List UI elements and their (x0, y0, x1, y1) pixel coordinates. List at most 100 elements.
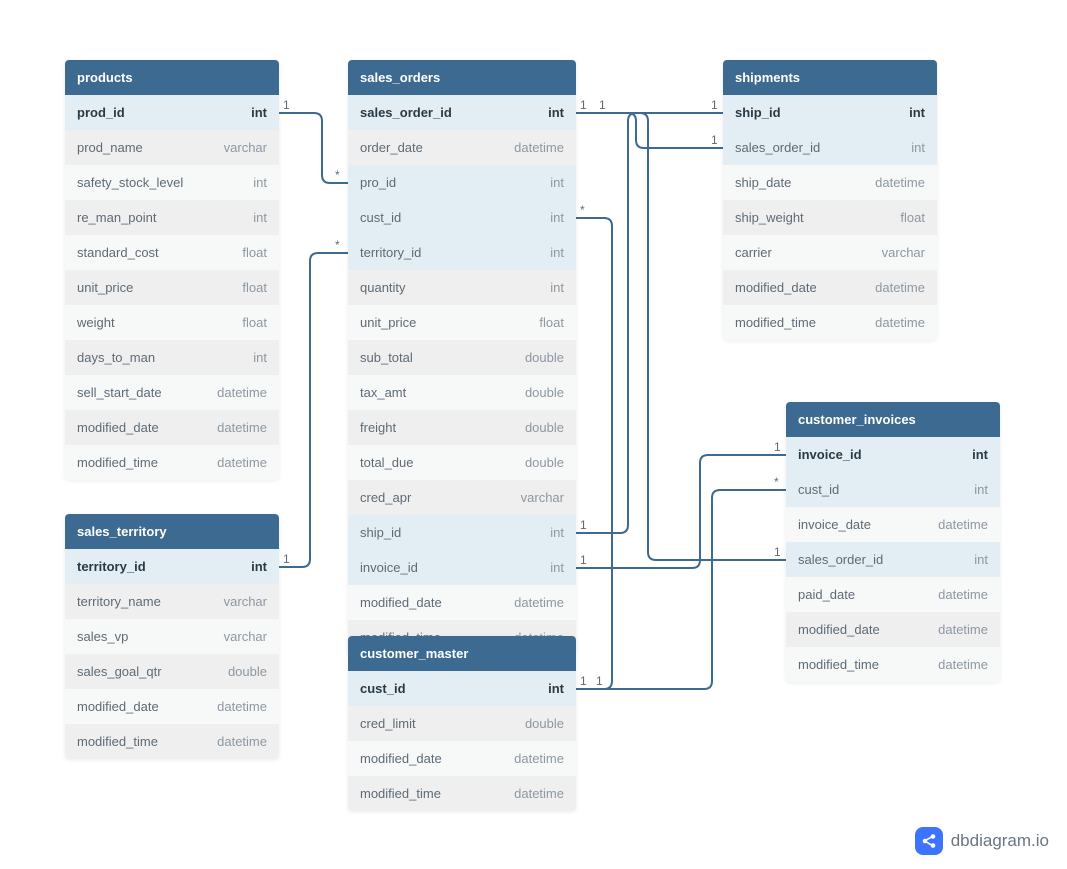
cardinality-one: 1 (774, 545, 781, 559)
table-row[interactable]: modified_timedatetime (65, 724, 279, 759)
table-row[interactable]: modified_datedatetime (348, 741, 576, 776)
table-row[interactable]: modified_datedatetime (65, 410, 279, 445)
table-row[interactable]: sell_start_datedatetime (65, 375, 279, 410)
column-name: cust_id (798, 482, 839, 497)
table-row[interactable]: ship_datedatetime (723, 165, 937, 200)
share-icon (915, 827, 943, 855)
column-name: tax_amt (360, 385, 406, 400)
table-row[interactable]: invoice_datedatetime (786, 507, 1000, 542)
table-row[interactable]: modified_datedatetime (348, 585, 576, 620)
cardinality-one: 1 (580, 98, 587, 112)
cardinality-many: * (335, 168, 340, 182)
table-row[interactable]: sales_vpvarchar (65, 619, 279, 654)
column-name: invoice_date (798, 517, 871, 532)
table-shipments[interactable]: shipments ship_idintsales_order_idintshi… (723, 60, 937, 340)
table-sales-territory[interactable]: sales_territory territory_idintterritory… (65, 514, 279, 759)
column-type: int (253, 350, 267, 365)
table-row[interactable]: territory_namevarchar (65, 584, 279, 619)
cardinality-one: 1 (599, 98, 606, 112)
table-row[interactable]: invoice_idint (786, 437, 1000, 472)
column-type: int (972, 447, 988, 462)
table-row[interactable]: re_man_pointint (65, 200, 279, 235)
column-type: double (525, 455, 564, 470)
table-row[interactable]: territory_idint (65, 549, 279, 584)
column-name: modified_date (798, 622, 880, 637)
column-type: datetime (514, 751, 564, 766)
table-row[interactable]: cust_id int (786, 472, 1000, 507)
column-name: modified_date (360, 595, 442, 610)
column-name: prod_name (77, 140, 143, 155)
table-row[interactable]: prod_namevarchar (65, 130, 279, 165)
table-row[interactable]: cred_aprvarchar (348, 480, 576, 515)
table-row[interactable]: sales_order_idint (723, 130, 937, 165)
table-row[interactable]: modified_datedatetime (723, 270, 937, 305)
table-products[interactable]: products prod_idintprod_namevarcharsafet… (65, 60, 279, 480)
table-row[interactable]: modified_date datetime (786, 612, 1000, 647)
column-type: datetime (217, 699, 267, 714)
table-rows: prod_idintprod_namevarcharsafety_stock_l… (65, 95, 279, 480)
table-row[interactable]: invoice_idint (348, 550, 576, 585)
table-row[interactable]: unit_pricefloat (348, 305, 576, 340)
table-row[interactable]: modified_time datetime (786, 647, 1000, 682)
table-row[interactable]: cust_idint (348, 200, 576, 235)
table-row[interactable]: total_duedouble (348, 445, 576, 480)
column-type: float (900, 210, 925, 225)
column-type: varchar (882, 245, 925, 260)
table-row[interactable]: pro_idint (348, 165, 576, 200)
column-type: datetime (875, 315, 925, 330)
table-row[interactable]: standard_costfloat (65, 235, 279, 270)
table-customer-master[interactable]: customer_master cust_idintcred_limitdoub… (348, 636, 576, 811)
table-row[interactable]: safety_stock_levelint (65, 165, 279, 200)
column-name: safety_stock_level (77, 175, 183, 190)
column-type: datetime (875, 280, 925, 295)
brand-logo[interactable]: dbdiagram.io (915, 827, 1049, 855)
column-type: int (909, 105, 925, 120)
cardinality-many: * (774, 475, 779, 489)
table-row[interactable]: carriervarchar (723, 235, 937, 270)
table-rows: sales_order_idintorder_datedatetimepro_i… (348, 95, 576, 655)
table-row[interactable]: sub_totaldouble (348, 340, 576, 375)
table-row[interactable]: sales_goal_qtrdouble (65, 654, 279, 689)
table-row[interactable]: territory_idint (348, 235, 576, 270)
column-type: int (550, 245, 564, 260)
table-row[interactable]: cust_idint (348, 671, 576, 706)
table-row[interactable]: tax_amtdouble (348, 375, 576, 410)
table-row[interactable]: sales_order_id int (786, 542, 1000, 577)
column-name: sales_order_id (798, 552, 883, 567)
table-row[interactable]: modified_datedatetime (65, 689, 279, 724)
table-row[interactable]: weightfloat (65, 305, 279, 340)
table-row[interactable]: prod_idint (65, 95, 279, 130)
table-row[interactable]: quantityint (348, 270, 576, 305)
table-row[interactable]: ship_idint (723, 95, 937, 130)
cardinality-one: 1 (283, 98, 290, 112)
column-name: pro_id (360, 175, 396, 190)
table-row[interactable]: days_to_manint (65, 340, 279, 375)
table-row[interactable]: cred_limitdouble (348, 706, 576, 741)
table-row[interactable]: freightdouble (348, 410, 576, 445)
column-type: datetime (938, 622, 988, 637)
column-name: ship_date (735, 175, 791, 190)
column-name: modified_time (798, 657, 879, 672)
column-name: modified_time (77, 455, 158, 470)
column-type: int (974, 482, 988, 497)
table-row[interactable]: paid_datedatetime (786, 577, 1000, 612)
column-type: float (539, 315, 564, 330)
column-name: sales_order_id (735, 140, 820, 155)
column-type: int (253, 210, 267, 225)
table-row[interactable]: ship_idint (348, 515, 576, 550)
table-row[interactable]: modified_timedatetime (65, 445, 279, 480)
table-row[interactable]: sales_order_idint (348, 95, 576, 130)
table-row[interactable]: unit_pricefloat (65, 270, 279, 305)
table-row[interactable]: ship_weightfloat (723, 200, 937, 235)
table-row[interactable]: modified_timedatetime (723, 305, 937, 340)
column-type: datetime (938, 657, 988, 672)
column-type: varchar (224, 629, 267, 644)
table-sales-orders[interactable]: sales_orders sales_order_idintorder_date… (348, 60, 576, 655)
table-row[interactable]: modified_timedatetime (348, 776, 576, 811)
table-customer-invoices[interactable]: customer_invoices invoice_idintcust_idin… (786, 402, 1000, 682)
table-row[interactable]: order_datedatetime (348, 130, 576, 165)
column-type: double (525, 350, 564, 365)
column-type: int (974, 552, 988, 567)
column-name: standard_cost (77, 245, 159, 260)
column-type: int (550, 525, 564, 540)
